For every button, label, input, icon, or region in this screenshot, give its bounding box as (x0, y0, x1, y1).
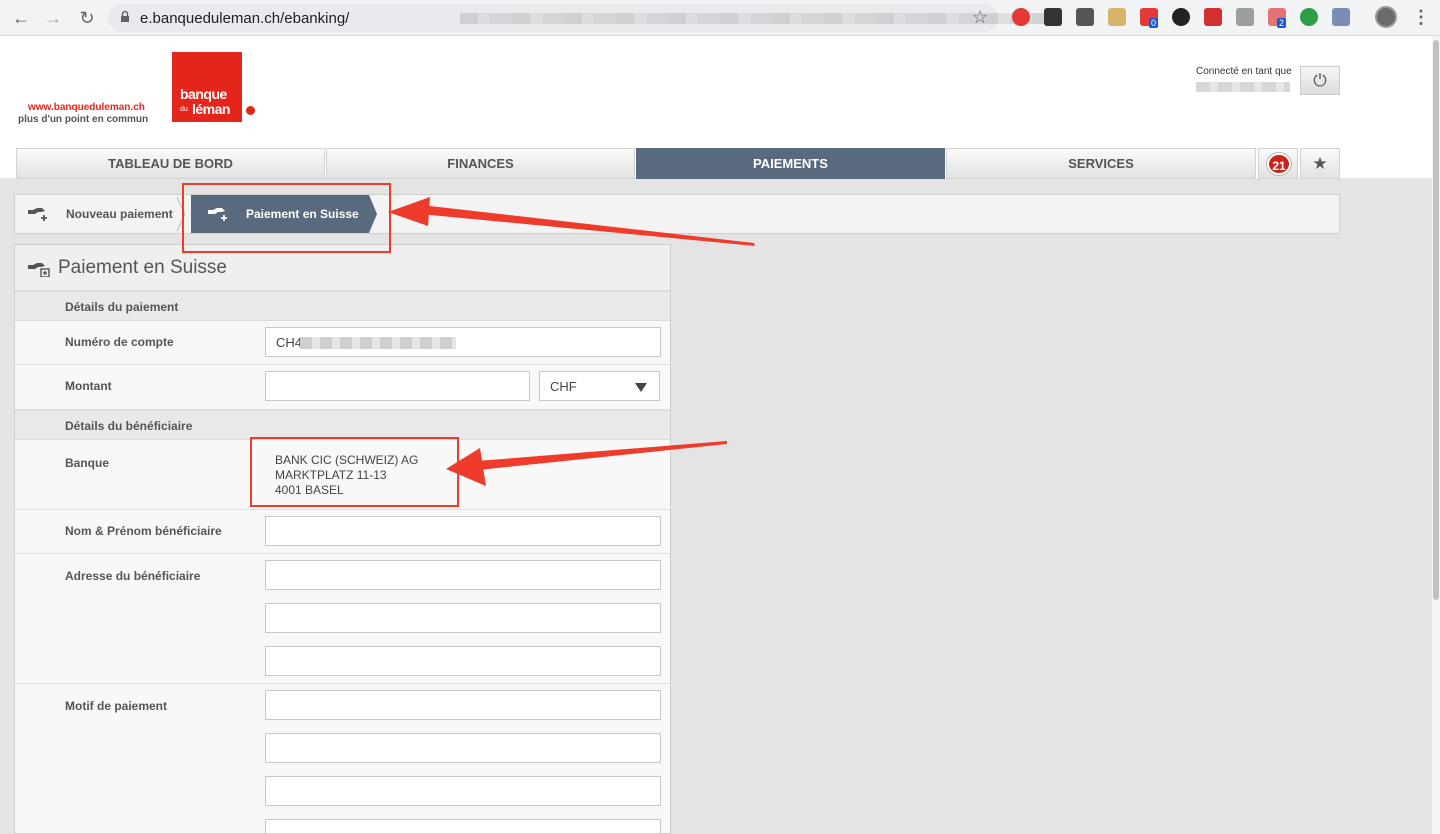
annotation-highlight-bank (250, 437, 459, 507)
tab-services[interactable]: SERVICES (946, 148, 1256, 179)
red-extension-icon[interactable]: 0 (1140, 8, 1159, 28)
payment-hand-icon (28, 208, 47, 221)
scrollbar-thumb[interactable] (1433, 40, 1439, 600)
wj-extension-icon[interactable] (1076, 8, 1094, 26)
address-line-3-field[interactable] (265, 646, 661, 676)
reason-line-2-field[interactable] (265, 733, 661, 763)
notifications-count-badge: 21 (1267, 153, 1291, 175)
logo-text-leman: léman (192, 101, 230, 117)
account-row: Numéro de compte CH4 (15, 321, 670, 365)
payment-hand-icon (28, 263, 50, 277)
buffer-extension-icon[interactable] (1044, 8, 1062, 26)
bookmark-star-icon[interactable]: ☆ (972, 7, 988, 28)
reason-line-4-field[interactable] (265, 819, 661, 833)
logout-power-button[interactable]: ⏻ (1300, 66, 1340, 95)
account-value: CH4 (276, 335, 303, 350)
account-number-field[interactable]: CH4 (265, 327, 661, 357)
brand-tagline: plus d'un point en commun (18, 114, 149, 125)
dark-extension-icon[interactable] (1172, 8, 1190, 26)
bank-label: Banque (65, 456, 110, 470)
browser-menu-icon[interactable]: ⋮ (1412, 8, 1430, 26)
amount-field[interactable] (265, 371, 530, 401)
address-line-2-field[interactable] (265, 603, 661, 633)
reason-line-3-field[interactable] (265, 776, 661, 806)
browser-toolbar: ← → ↻ e.banqueduleman.ch/ebanking/ ☆ 0 2… (0, 0, 1440, 36)
account-label: Numéro de compte (65, 335, 174, 349)
url-redacted (460, 13, 1050, 24)
annotation-highlight-breadcrumb (182, 183, 391, 253)
breadcrumb-label: Nouveau paiement (66, 207, 173, 221)
logo-text-banque: banque (180, 86, 227, 102)
brand-url[interactable]: www.banqueduleman.ch (28, 102, 145, 113)
username-redacted (1196, 82, 1290, 92)
payment-reason-label: Motif de paiement (65, 699, 168, 713)
reason-line-1-field[interactable] (265, 690, 661, 720)
tab-tableau-de-bord[interactable]: TABLEAU DE BORD (16, 148, 325, 179)
profile-avatar[interactable] (1375, 6, 1397, 28)
connected-as-label: Connecté en tant que (1196, 66, 1292, 77)
window-extension-icon[interactable] (1236, 8, 1254, 26)
bank-logo[interactable]: banque du léman (172, 52, 242, 122)
section-label: Détails du paiement (65, 300, 179, 314)
section-beneficiary-details: Détails du bénéficiaire (15, 410, 670, 440)
notifications-button[interactable]: 21 (1258, 148, 1298, 179)
currency-value: CHF (550, 379, 577, 394)
amount-label: Montant (65, 379, 112, 393)
beneficiary-name-label: Nom & Prénom bénéficiaire (65, 524, 222, 538)
account-redacted (300, 337, 456, 349)
tab-finances[interactable]: FINANCES (326, 148, 635, 179)
forward-icon[interactable]: → (42, 7, 64, 29)
check-extension-icon[interactable] (1300, 8, 1318, 26)
payment-reason-row: Motif de paiement (15, 684, 670, 833)
tab-paiements[interactable]: PAIEMENTS (636, 148, 945, 179)
page-title: Paiement en Suisse (58, 257, 227, 278)
url-text: e.banqueduleman.ch/ebanking/ (140, 10, 350, 27)
network-extension-icon[interactable]: 2 (1268, 8, 1287, 28)
chevron-down-icon (635, 383, 647, 392)
amount-row: Montant CHF (15, 365, 670, 410)
logo-dot (246, 106, 255, 115)
back-icon[interactable]: ← (10, 7, 32, 29)
currency-select[interactable]: CHF (539, 371, 660, 401)
section-label: Détails du bénéficiaire (65, 419, 193, 433)
reload-icon[interactable]: ↻ (76, 7, 98, 29)
beneficiary-name-field[interactable] (265, 516, 661, 546)
address-bar[interactable]: e.banqueduleman.ch/ebanking/ ☆ (108, 4, 1050, 32)
beneficiary-address-label: Adresse du bénéficiaire (65, 569, 201, 583)
beneficiary-name-row: Nom & Prénom bénéficiaire (15, 510, 670, 554)
section-payment-details: Détails du paiement (15, 291, 670, 321)
beneficiary-address-row: Adresse du bénéficiaire (15, 554, 670, 684)
lock-icon (121, 10, 129, 22)
adblock-extension-icon[interactable] (1012, 8, 1030, 26)
logo-text-du: du (180, 106, 188, 113)
favorites-star-icon[interactable]: ★ (1300, 148, 1340, 179)
flask-extension-icon[interactable] (1108, 8, 1126, 26)
bird-extension-icon[interactable] (1332, 8, 1350, 26)
breadcrumb-nouveau-paiement[interactable]: Nouveau paiement (15, 195, 183, 233)
lastpass-extension-icon[interactable] (1204, 8, 1222, 26)
page: www.banqueduleman.ch plus d'un point en … (0, 36, 1432, 834)
address-line-1-field[interactable] (265, 560, 661, 590)
payment-form-panel: Paiement en Suisse Détails du paiement N… (14, 244, 671, 834)
